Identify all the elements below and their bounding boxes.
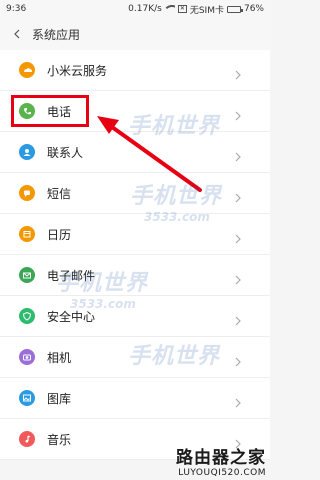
contact-icon <box>19 144 35 160</box>
list-item[interactable]: 相机 <box>0 337 270 378</box>
list-item-label: 安全中心 <box>47 309 96 324</box>
battery-icon <box>226 5 243 13</box>
list-item[interactable]: 短信 <box>0 173 270 214</box>
list-item[interactable]: 日历 <box>0 214 270 255</box>
list-item-label: 电话 <box>47 104 72 119</box>
list-item[interactable]: 图库 <box>0 378 270 419</box>
sim-status: 无SIM卡 <box>189 5 224 16</box>
chevron-right-icon <box>234 229 242 244</box>
list-item-label: 小米云服务 <box>47 63 108 78</box>
status-bar: 9:36 0.17K/s ✕ 无SIM卡 76% <box>0 0 270 18</box>
mail-icon <box>19 267 35 283</box>
camera-icon <box>19 349 35 365</box>
chevron-right-icon <box>234 106 242 121</box>
list-item[interactable]: 安全中心 <box>0 296 270 337</box>
gallery-icon <box>19 390 35 406</box>
chevron-right-icon <box>234 393 242 408</box>
battery-percent: 76% <box>243 4 264 14</box>
list-item[interactable]: 小米云服务 <box>0 50 270 91</box>
list-item-label: 音乐 <box>47 432 72 447</box>
app-list: 小米云服务电话联系人短信日历电子邮件安全中心相机图库音乐 <box>0 50 270 460</box>
chevron-right-icon <box>234 147 242 162</box>
list-item[interactable]: 电子邮件 <box>0 255 270 296</box>
chevron-right-icon <box>234 352 242 367</box>
chevron-right-icon <box>234 65 242 80</box>
chevron-right-icon <box>234 270 242 285</box>
cloud-icon <box>19 62 35 78</box>
list-item-label: 联系人 <box>47 145 84 160</box>
music-icon <box>19 431 35 447</box>
list-item-label: 电子邮件 <box>47 268 96 283</box>
list-item-label: 短信 <box>47 186 72 201</box>
network-speed: 0.17K/s <box>128 4 162 14</box>
sim-icon: ✕ <box>177 5 187 13</box>
message-icon <box>19 185 35 201</box>
site-logo: 路由器之家 LUYOUQI520.COM <box>176 448 266 478</box>
back-icon[interactable] <box>10 27 24 41</box>
chevron-right-icon <box>234 188 242 203</box>
calendar-icon <box>19 226 35 242</box>
chevron-right-icon <box>234 311 242 326</box>
wifi-icon <box>164 5 175 13</box>
status-indicators: 0.17K/s ✕ 无SIM卡 76% <box>128 3 264 16</box>
list-item[interactable]: 电话 <box>0 91 270 132</box>
phone-icon <box>19 103 35 119</box>
list-item-label: 日历 <box>47 227 72 242</box>
list-item[interactable]: 联系人 <box>0 132 270 173</box>
list-item-label: 图库 <box>47 391 72 406</box>
status-time: 9:36 <box>6 4 27 14</box>
page-title: 系统应用 <box>32 27 81 42</box>
title-bar: 系统应用 <box>0 18 270 50</box>
shield-icon <box>19 308 35 324</box>
list-item-label: 相机 <box>47 350 72 365</box>
